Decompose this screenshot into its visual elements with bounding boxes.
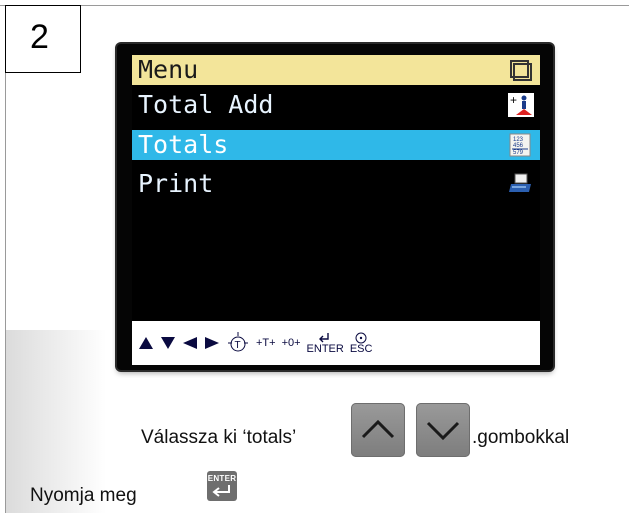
menu-header-label: Menu — [138, 55, 199, 84]
instruction-prefix: Válassza ki ‘totals’ — [141, 427, 297, 448]
arrow-right-icon — [205, 337, 219, 349]
menu-window-icon — [510, 60, 532, 81]
esc-label: ESC — [349, 343, 373, 355]
svg-text:456: 456 — [513, 143, 524, 149]
printer-icon — [509, 173, 531, 192]
total-add-icon: + — [508, 93, 534, 117]
svg-text:+: + — [510, 93, 517, 107]
up-button[interactable] — [351, 403, 405, 457]
arrow-up-icon — [139, 337, 153, 349]
enter-button-label: ENTER — [207, 474, 237, 483]
menu-item-print[interactable]: Print — [132, 169, 540, 199]
esc-key-icon: ESC — [349, 332, 373, 355]
function-key-bar: T +T+ +0+ ENTER ESC — [132, 321, 540, 365]
enter-key-icon: ENTER — [306, 332, 344, 355]
menu-item-total-add[interactable]: Total Add + — [132, 90, 540, 120]
menu-item-label: Total Add — [138, 90, 274, 119]
step-number-box: 2 — [5, 5, 81, 73]
instruction-press: Nyomja meg — [30, 485, 137, 506]
arrow-down-icon — [161, 337, 175, 349]
menu-item-label: Print — [138, 169, 214, 198]
enter-label: ENTER — [306, 343, 344, 355]
enter-button[interactable]: ENTER — [207, 471, 237, 501]
chevron-down-icon — [426, 421, 460, 441]
instruction-line-2: Nyomja meg — [30, 485, 137, 507]
down-button[interactable] — [416, 403, 470, 457]
menu-header: Menu — [132, 55, 540, 85]
totals-icon: 123 456 579 — [509, 133, 531, 157]
svg-text:579: 579 — [513, 150, 524, 156]
tare-label: T — [235, 340, 241, 351]
zero-label: +0+ — [281, 337, 301, 349]
arrow-left-icon — [183, 337, 197, 349]
chevron-up-icon — [361, 419, 395, 439]
menu-item-label: Totals — [138, 130, 229, 159]
device-screen: Menu Total Add + Totals 123 456 579 Prin… — [132, 55, 540, 365]
tare-plus-label: +T+ — [256, 337, 276, 349]
enter-return-icon — [212, 485, 230, 497]
instruction-suffix-wrap: .gombokkal — [472, 427, 569, 449]
instruction-line-1: Válassza ki ‘totals’ — [141, 427, 296, 449]
tare-icon: T — [228, 332, 248, 352]
step-number: 2 — [30, 18, 49, 56]
instruction-suffix: .gombokkal — [472, 427, 570, 448]
frame-top-line — [0, 5, 629, 6]
menu-item-totals[interactable]: Totals 123 456 579 — [132, 130, 540, 160]
